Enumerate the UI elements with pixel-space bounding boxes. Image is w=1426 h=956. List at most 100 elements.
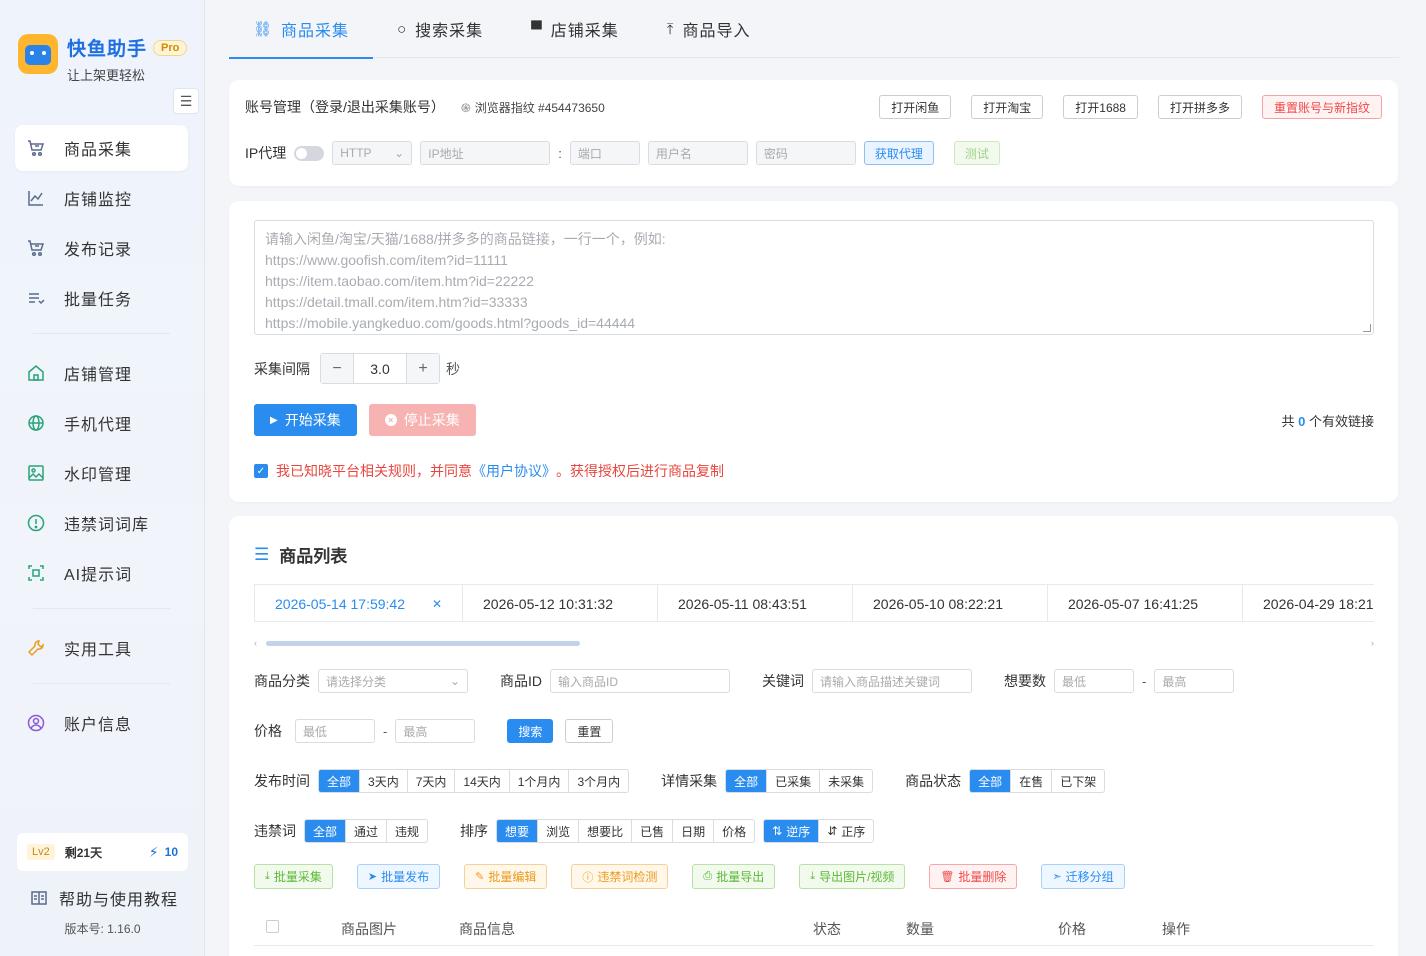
send-icon: ➤ — [367, 871, 378, 883]
password-input[interactable]: 密码 — [755, 141, 856, 165]
seg-status-option-0[interactable]: 全部 — [970, 770, 1011, 792]
port-input[interactable]: 端口 — [569, 141, 640, 165]
open-taobao-button[interactable]: 打开淘宝 — [971, 95, 1044, 119]
seg-banned-option-1[interactable]: 通过 — [345, 820, 386, 842]
horizontal-scrollbar[interactable]: ‹ › — [254, 638, 1374, 648]
price-min-input[interactable]: 最低 — [295, 719, 375, 743]
sidebar-item-0-3[interactable]: 批量任务 — [15, 275, 188, 321]
seg-time-option-4[interactable]: 1个月内 — [508, 770, 569, 792]
batch-button-3[interactable]: ⓘ 违禁词检测 — [571, 864, 669, 889]
open-1688-button[interactable]: 打开1688 — [1063, 95, 1138, 119]
edit-icon: ✎ — [475, 871, 485, 883]
seg-banned-option-2[interactable]: 违规 — [386, 820, 427, 842]
sidebar-item-0-2[interactable]: 发布记录 — [15, 225, 188, 271]
reset-button[interactable]: 重置 — [565, 719, 614, 743]
sidebar-item-label: 水印管理 — [64, 467, 133, 484]
date-tab-5[interactable]: 2026-04-29 18:21: — [1243, 585, 1374, 621]
reset-account-button[interactable]: 重置账号与新指纹 — [1261, 95, 1382, 119]
seg-time-option-0[interactable]: 全部 — [319, 770, 360, 792]
category-select[interactable]: 请选择分类 ⌄ — [318, 669, 468, 693]
sidebar-item-1-2[interactable]: 水印管理 — [15, 450, 188, 496]
resize-handle-icon[interactable] — [1363, 324, 1371, 332]
stop-collect-button[interactable]: × 停止采集 — [368, 404, 476, 436]
open-pinduoduo-button[interactable]: 打开拼多多 — [1157, 95, 1242, 119]
batch-button-6[interactable]: 🗑 批量删除 — [929, 864, 1018, 889]
scroll-thumb[interactable] — [266, 641, 580, 646]
batch-button-0[interactable]: ⤓ 批量采集 — [254, 864, 333, 889]
sidebar-item-3-0[interactable]: 账户信息 — [15, 700, 188, 746]
chevron-right-icon[interactable]: › — [1371, 638, 1374, 648]
plus-icon[interactable]: + — [407, 354, 439, 383]
interval-label: 采集间隔 — [254, 360, 310, 377]
batch-button-7[interactable]: ➣ 迁移分组 — [1041, 864, 1125, 889]
date-tab-1[interactable]: 2026-05-12 10:31:32 — [463, 585, 658, 621]
batch-button-1[interactable]: ➤ 批量发布 — [356, 864, 441, 889]
sidebar-item-1-1[interactable]: 手机代理 — [15, 400, 188, 446]
start-collect-button[interactable]: ▶ 开始采集 — [254, 404, 357, 436]
seg-status-option-2[interactable]: 已下架 — [1051, 770, 1104, 792]
main-area: ⛓ 商品采集 ○ 搜索采集 ▀ 店铺采集 ⤒ 商品导入 账号管理（登录/退出采集账号） ֍ 浏览… — [205, 0, 1426, 956]
user-agreement-link[interactable]: 《用户协议》 — [472, 461, 556, 481]
date-tab-label: 2026-05-14 17:59:42 — [275, 595, 405, 612]
batch-button-2[interactable]: ✎ 批量编辑 — [464, 864, 548, 889]
seg-time-option-5[interactable]: 3个月内 — [568, 770, 628, 792]
ip-input[interactable]: IP地址 — [420, 141, 551, 165]
open-xianyu-button[interactable]: 打开闲鱼 — [879, 95, 952, 119]
interval-value[interactable]: 3.0 — [353, 354, 407, 383]
product-id-input[interactable]: 输入商品ID — [550, 669, 730, 693]
tab-2[interactable]: ▀ 店铺采集 — [507, 0, 643, 58]
date-tab-2[interactable]: 2026-05-11 08:43:51 — [658, 585, 853, 621]
ip-proxy-switch[interactable] — [294, 145, 325, 161]
seg-time-option-2[interactable]: 7天内 — [406, 770, 455, 792]
test-proxy-button[interactable]: 测试 — [953, 141, 1000, 165]
sidebar-item-1-4[interactable]: AI提示词 — [15, 550, 188, 596]
seg-sort-option-4[interactable]: 日期 — [672, 820, 713, 842]
seg-detail-option-0[interactable]: 全部 — [726, 770, 767, 792]
agree-checkbox[interactable]: ✓ — [254, 464, 268, 478]
sidebar-item-2-0[interactable]: 实用工具 — [15, 625, 188, 671]
sidebar-item-1-0[interactable]: 店铺管理 — [15, 350, 188, 396]
date-tab-4[interactable]: 2026-05-07 16:41:25 — [1048, 585, 1243, 621]
warning-icon: ⓘ — [582, 871, 594, 884]
keyword-input[interactable]: 请输入商品描述关键词 — [812, 669, 972, 693]
seg-time-option-1[interactable]: 3天内 — [359, 770, 407, 792]
seg-sort-option-0[interactable]: 想要 — [497, 820, 538, 842]
help-link[interactable]: 帮助与使用教程 — [28, 886, 178, 910]
seg-banned-option-0[interactable]: 全部 — [305, 820, 346, 842]
want-min-input[interactable]: 最低 — [1054, 669, 1134, 693]
tab-0[interactable]: ⛓ 商品采集 — [229, 0, 374, 59]
price-max-input[interactable]: 最高 — [395, 719, 476, 743]
seg-status-option-1[interactable]: 在售 — [1010, 770, 1051, 792]
close-icon[interactable]: ✕ — [432, 597, 442, 611]
batch-button-5[interactable]: ⤓ 导出图片/视频 — [799, 864, 906, 889]
seg-sort-option-5[interactable]: 价格 — [713, 820, 754, 842]
tab-1[interactable]: ○ 搜索采集 — [373, 0, 507, 58]
seg-sort-option-2[interactable]: 想要比 — [578, 820, 631, 842]
url-textarea[interactable]: 请输入闲鱼/淘宝/天猫/1688/拼多多的商品链接，一行一个，例如: https:… — [254, 220, 1374, 335]
username-input[interactable]: 用户名 — [647, 141, 748, 165]
batch-button-4[interactable]: ⎙ 批量导出 — [692, 864, 776, 889]
chevron-down-icon: ⌄ — [394, 146, 405, 160]
chevron-left-icon[interactable]: ‹ — [254, 638, 257, 648]
minus-icon[interactable]: − — [321, 354, 353, 383]
seg-detail-option-2[interactable]: 未采集 — [819, 770, 872, 792]
seg-detail-option-1[interactable]: 已采集 — [766, 770, 819, 792]
sidebar-item-0-1[interactable]: 店铺监控 — [15, 175, 188, 221]
date-tab-0[interactable]: 2026-05-14 17:59:42 ✕ — [255, 585, 463, 621]
get-proxy-button[interactable]: 获取代理 — [863, 141, 934, 165]
seg-sort-option-1[interactable]: 浏览 — [537, 820, 578, 842]
seg-time-option-3[interactable]: 14天内 — [454, 770, 508, 792]
search-button[interactable]: 搜索 — [507, 719, 554, 743]
seg-order-option-0[interactable]: ⇅ 逆序 — [764, 820, 819, 842]
sidebar-item-0-0[interactable]: 商品采集 — [15, 125, 188, 171]
seg-sort-option-3[interactable]: 已售 — [631, 820, 672, 842]
menu-fold-icon[interactable]: ☰ — [173, 88, 199, 114]
select-all-checkbox[interactable] — [266, 920, 279, 933]
want-max-input[interactable]: 最高 — [1154, 669, 1235, 693]
sidebar-item-1-3[interactable]: 违禁词词库 — [15, 500, 188, 546]
tab-3[interactable]: ⤒ 商品导入 — [643, 0, 775, 58]
protocol-select[interactable]: HTTP ⌄ — [332, 141, 413, 165]
date-tab-3[interactable]: 2026-05-10 08:22:21 — [853, 585, 1048, 621]
interval-unit: 秒 — [446, 360, 460, 377]
seg-order-option-1[interactable]: ⇵ 正序 — [818, 820, 873, 842]
